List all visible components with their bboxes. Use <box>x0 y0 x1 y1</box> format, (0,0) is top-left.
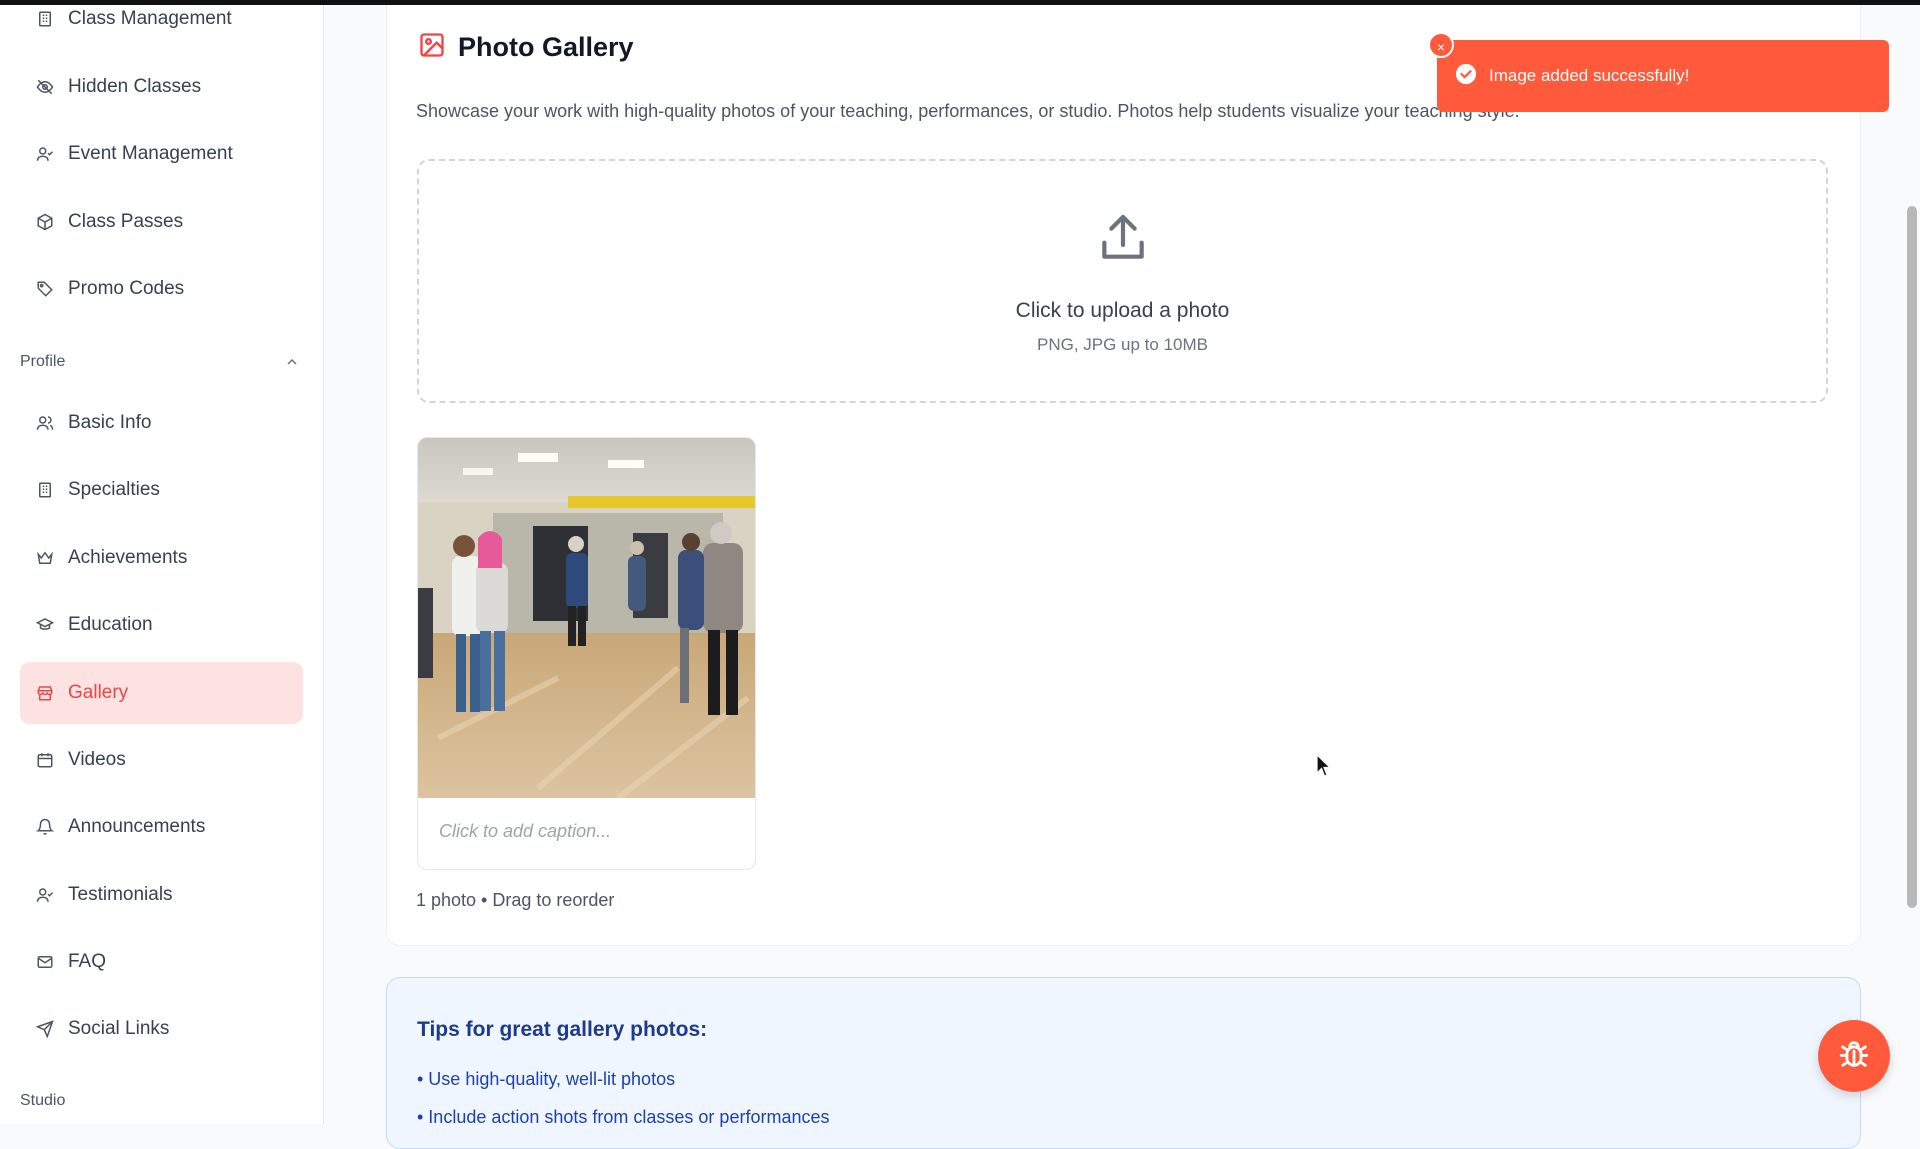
user-check-icon <box>34 143 56 165</box>
scrollbar-thumb[interactable] <box>1907 206 1917 908</box>
sidebar-item-label: Gallery <box>68 682 129 703</box>
sidebar-item-education[interactable]: Education <box>20 594 303 656</box>
section-label-profile: Profile <box>20 353 66 370</box>
page-title: Photo Gallery <box>458 32 634 62</box>
sidebar-item-label: Hidden Classes <box>68 76 202 97</box>
sidebar-item-class-management[interactable]: Class Management <box>20 5 303 50</box>
upload-title: Click to upload a photo <box>1015 299 1230 322</box>
sidebar-item-label: Education <box>68 614 153 635</box>
check-circle-icon <box>1455 63 1477 90</box>
toast-close-button[interactable]: × <box>1428 32 1454 58</box>
main-content: Photo Gallery Showcase your work with hi… <box>323 5 1920 1149</box>
bug-report-button[interactable] <box>1818 1020 1890 1092</box>
sidebar-item-achievements[interactable]: Achievements <box>20 527 303 589</box>
sidebar: Class Management Hidden Classes Event Ma… <box>0 5 324 1124</box>
gallery-photo-card[interactable]: Click to add caption... <box>417 437 756 870</box>
sidebar-item-videos[interactable]: Videos <box>20 729 303 791</box>
caption-input[interactable]: Click to add caption... <box>439 821 611 842</box>
sidebar-item-class-passes[interactable]: Class Passes <box>20 191 303 253</box>
tip-item: • Include action shots from classes or p… <box>417 1107 830 1127</box>
eye-off-icon <box>34 76 56 98</box>
page-title-row: Photo Gallery <box>418 31 634 64</box>
mouse-cursor-icon <box>1316 753 1332 783</box>
mail-icon <box>34 951 56 973</box>
send-icon <box>34 1018 56 1040</box>
sidebar-item-label: Announcements <box>68 816 206 837</box>
sidebar-item-label: Basic Info <box>68 412 152 433</box>
sidebar-item-label: Class Management <box>68 8 232 29</box>
calendar-icon <box>34 749 56 771</box>
sidebar-item-promo-codes[interactable]: Promo Codes <box>20 258 303 320</box>
building-icon <box>34 479 56 501</box>
sidebar-item-testimonials[interactable]: Testimonials <box>20 864 303 926</box>
tip-item: • Use high-quality, well-lit photos <box>417 1069 676 1089</box>
bug-icon <box>1837 1037 1871 1076</box>
upload-dropzone[interactable]: Click to upload a photo PNG, JPG up to 1… <box>417 159 1828 403</box>
sidebar-item-faq[interactable]: FAQ <box>20 931 303 993</box>
photo-count: 1 photo • Drag to reorder <box>416 890 615 910</box>
gallery-photo <box>418 438 755 798</box>
tips-title: Tips for great gallery photos: <box>417 1018 708 1041</box>
user-check-icon <box>34 884 56 906</box>
users-icon <box>34 412 56 434</box>
store-icon <box>34 682 56 704</box>
sidebar-item-basic-info[interactable]: Basic Info <box>20 392 303 454</box>
upload-icon <box>1095 209 1151 272</box>
page-description: Showcase your work with high-quality pho… <box>416 101 1520 121</box>
toast-message: Image added successfully! <box>1489 66 1690 85</box>
section-label-studio: Studio <box>20 1092 66 1109</box>
sidebar-item-hidden-classes[interactable]: Hidden Classes <box>20 56 303 118</box>
sidebar-item-label: Testimonials <box>68 884 173 905</box>
sidebar-item-specialties[interactable]: Specialties <box>20 459 303 521</box>
sidebar-item-event-management[interactable]: Event Management <box>20 123 303 185</box>
crown-icon <box>34 547 56 569</box>
graduation-cap-icon <box>34 614 56 636</box>
building-icon <box>34 8 56 30</box>
bell-icon <box>34 816 56 838</box>
sidebar-item-label: Social Links <box>68 1018 170 1039</box>
tag-icon <box>34 278 56 300</box>
sidebar-item-label: Specialties <box>68 479 160 500</box>
sidebar-item-label: Class Passes <box>68 211 184 232</box>
sidebar-item-gallery[interactable]: Gallery <box>20 662 303 724</box>
sidebar-item-label: Videos <box>68 749 126 770</box>
sidebar-item-social-links[interactable]: Social Links <box>20 998 303 1060</box>
sidebar-item-label: Achievements <box>68 547 188 568</box>
chevron-up-icon[interactable] <box>284 354 300 375</box>
sidebar-item-label: Promo Codes <box>68 278 185 299</box>
image-icon <box>418 31 446 64</box>
package-icon <box>34 211 56 233</box>
sidebar-item-label: FAQ <box>68 951 107 972</box>
success-toast: Image added successfully! <box>1437 40 1889 112</box>
sidebar-item-announcements[interactable]: Announcements <box>20 796 303 858</box>
upload-subtitle: PNG, JPG up to 10MB <box>1036 335 1208 354</box>
sidebar-item-label: Event Management <box>68 143 233 164</box>
